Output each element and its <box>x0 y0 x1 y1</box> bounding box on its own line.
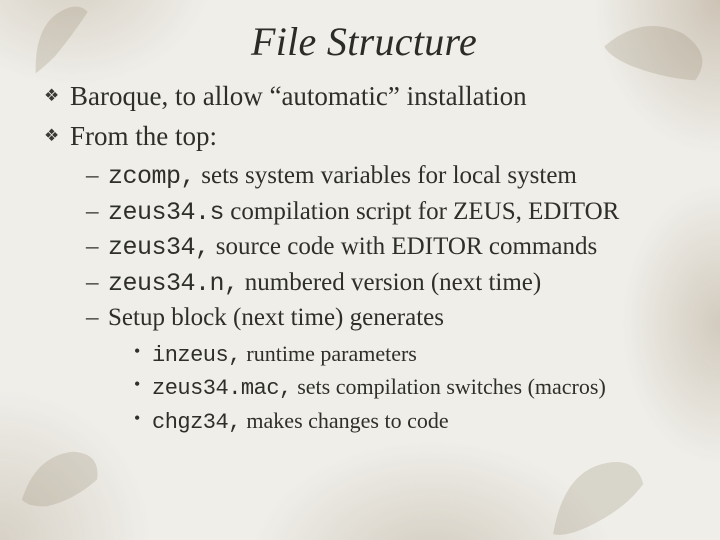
bullet-list-level2: – zcomp, sets system variables for local… <box>70 160 678 438</box>
bullet-item: – zcomp, sets system variables for local… <box>86 160 678 194</box>
bullet-text: Setup block (next time) generates <box>108 304 444 331</box>
bullet-text: sets compilation switches (macros) <box>292 374 606 399</box>
bullet-text: Baroque, to allow “automatic” installati… <box>70 81 527 111</box>
bullet-text: sets system variables for local system <box>195 162 577 189</box>
dot-bullet-icon: • <box>134 339 140 363</box>
bullet-list-level1: ❖ Baroque, to allow “automatic” installa… <box>42 79 686 438</box>
code-text: zeus34, <box>108 233 210 262</box>
dash-bullet-icon: – <box>86 160 99 193</box>
bullet-text: compilation script for ZEUS, EDITOR <box>224 198 619 225</box>
diamond-bullet-icon: ❖ <box>44 125 59 147</box>
bullet-text: runtime parameters <box>241 341 417 366</box>
bullet-item: • chgz34, makes changes to code <box>134 406 678 438</box>
code-text: zeus34.s <box>108 198 224 227</box>
slide-title: File Structure <box>42 18 686 65</box>
code-text: zeus34.n, <box>108 269 239 298</box>
bullet-text: source code with EDITOR commands <box>210 233 598 260</box>
dash-bullet-icon: – <box>86 231 99 264</box>
code-text: chgz34, <box>152 410 241 435</box>
bullet-text: makes changes to code <box>241 408 449 433</box>
code-text: inzeus, <box>152 343 241 368</box>
bullet-text: From the top: <box>70 121 217 151</box>
code-text: zeus34.mac, <box>152 376 292 401</box>
dot-bullet-icon: • <box>134 372 140 396</box>
bullet-item: – Setup block (next time) generates • in… <box>86 302 678 438</box>
dot-bullet-icon: • <box>134 406 140 430</box>
bullet-item: ❖ Baroque, to allow “automatic” installa… <box>44 79 678 115</box>
slide: File Structure ❖ Baroque, to allow “auto… <box>0 0 720 540</box>
bullet-item: • zeus34.mac, sets compilation switches … <box>134 372 678 404</box>
bullet-text: numbered version (next time) <box>239 269 542 296</box>
dash-bullet-icon: – <box>86 196 99 229</box>
bullet-item: – zeus34, source code with EDITOR comman… <box>86 231 678 265</box>
diamond-bullet-icon: ❖ <box>44 85 59 107</box>
bullet-item: – zeus34.n, numbered version (next time) <box>86 267 678 301</box>
bullet-item: • inzeus, runtime parameters <box>134 339 678 371</box>
bullet-list-level3: • inzeus, runtime parameters • zeus34.ma… <box>108 339 678 438</box>
code-text: zcomp, <box>108 162 195 191</box>
bullet-item: ❖ From the top: – zcomp, sets system var… <box>44 119 678 438</box>
dash-bullet-icon: – <box>86 267 99 300</box>
bullet-item: – zeus34.s compilation script for ZEUS, … <box>86 196 678 230</box>
dash-bullet-icon: – <box>86 302 99 335</box>
